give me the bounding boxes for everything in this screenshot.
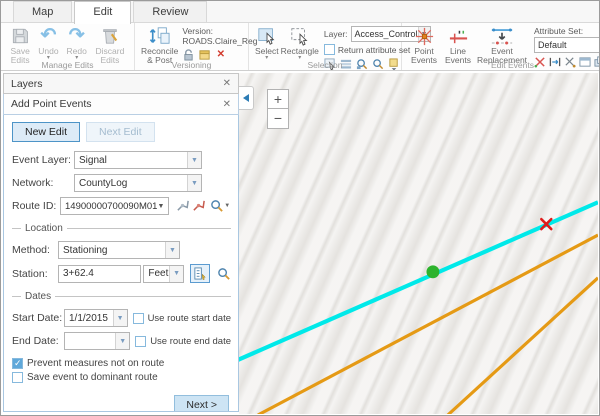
- redo-button[interactable]: ↷ Redo ▾: [64, 25, 90, 60]
- use-route-end-date-label: Use route end date: [150, 336, 231, 347]
- start-date-combo[interactable]: 1/1/2015 ▼: [64, 309, 128, 327]
- ribbon-tab-bar: Map Edit Review: [1, 1, 599, 23]
- station-picker-tool-button[interactable]: [190, 264, 209, 283]
- group-label-selection: Selection: [249, 60, 401, 70]
- new-edit-button[interactable]: New Edit: [12, 122, 80, 142]
- method-label: Method:: [12, 244, 58, 256]
- trash-icon: [101, 25, 119, 47]
- road-line: [448, 278, 598, 414]
- event-layer-dropdown[interactable]: Signal ▼: [74, 151, 202, 169]
- layers-pane-header[interactable]: Layers ✕: [3, 73, 239, 94]
- add-point-events-body: New Edit Next Edit Event Layer: Signal ▼…: [3, 115, 239, 412]
- next-edit-button[interactable]: Next Edit: [86, 122, 155, 142]
- return-attribute-set-label: Return attribute set: [338, 45, 410, 55]
- select-route-icon[interactable]: [175, 199, 190, 214]
- point-events-icon: [414, 25, 435, 47]
- version-value: ROADS.Claire_Reg: [182, 36, 257, 46]
- ribbon-group-versioning: Reconcile & Post Version: ROADS.Claire_R…: [135, 23, 249, 70]
- return-attribute-set-checkbox[interactable]: [324, 44, 335, 55]
- map-zoom-control: + −: [267, 89, 289, 129]
- line-events-icon: [448, 25, 469, 47]
- use-route-start-date-label: Use route start date: [148, 313, 231, 324]
- collapse-panel-button[interactable]: [239, 86, 254, 110]
- ribbon-group-selection: Select ▾ Rectangle ▾ Layer: Access_Contr…: [249, 23, 402, 70]
- dropdown-arrow-icon: ▼: [187, 175, 201, 191]
- dropdown-arrow-icon: ▼: [115, 333, 129, 349]
- dropdown-arrow-icon: ▼: [169, 266, 183, 282]
- zoom-in-button[interactable]: +: [267, 89, 289, 109]
- method-dropdown[interactable]: Stationing ▼: [58, 241, 180, 259]
- location-section-divider: Location: [12, 223, 231, 234]
- location-section-label: Location: [25, 223, 63, 234]
- attribute-set-label: Attribute Set:: [534, 26, 600, 36]
- close-icon[interactable]: ✕: [223, 78, 231, 89]
- layers-pane-title: Layers: [11, 78, 43, 90]
- rectangle-button[interactable]: Rectangle ▾: [281, 25, 319, 60]
- map-view[interactable]: + −: [239, 73, 598, 414]
- units-dropdown[interactable]: Feet ▼: [143, 265, 184, 283]
- dropdown-arrow-icon: ▼: [224, 203, 230, 209]
- select-cursor-icon: [257, 25, 277, 47]
- station-input[interactable]: 3+62.4: [58, 265, 141, 283]
- zoom-out-button[interactable]: −: [267, 109, 289, 129]
- next-button[interactable]: Next >: [174, 395, 229, 412]
- dropdown-arrow-icon: ▼: [165, 242, 179, 258]
- dates-section-divider: Dates: [12, 291, 231, 302]
- application-window: Map Edit Review Save Edits ↶ Undo ▾ ↷ Re…: [0, 0, 600, 416]
- save-icon: [10, 25, 30, 47]
- route-id-combo[interactable]: 14900000700090M01 ▼: [60, 197, 169, 215]
- end-date-label: End Date:: [12, 335, 64, 347]
- layer-label: Layer:: [324, 29, 348, 39]
- end-date-combo[interactable]: ▼: [64, 332, 130, 350]
- prevent-measures-checkbox[interactable]: [12, 358, 23, 369]
- dates-section-label: Dates: [25, 291, 51, 302]
- add-point-events-header[interactable]: Add Point Events ✕: [3, 94, 239, 115]
- select-route-on-map-icon[interactable]: [192, 199, 207, 214]
- route-id-label: Route ID:: [12, 200, 60, 212]
- tab-map[interactable]: Map: [13, 1, 72, 22]
- undo-button[interactable]: ↶ Undo ▾: [35, 25, 61, 60]
- dropdown-arrow-icon: ▼: [157, 203, 168, 210]
- select-button[interactable]: Select ▾: [255, 25, 279, 60]
- zoom-to-station-icon[interactable]: [217, 266, 231, 281]
- save-dominant-route-checkbox[interactable]: [12, 372, 23, 383]
- redo-icon: ↷: [69, 25, 85, 47]
- zoom-to-route-icon[interactable]: ▼: [210, 199, 231, 214]
- version-label: Version:: [182, 26, 257, 36]
- add-point-events-title: Add Point Events: [11, 98, 92, 110]
- group-label-edit-events: Edit Events: [402, 60, 600, 70]
- prevent-measures-label: Prevent measures not on route: [27, 358, 164, 369]
- left-panel-stack: Layers ✕ Add Point Events ✕ New Edit Nex…: [3, 73, 239, 412]
- tab-edit[interactable]: Edit: [74, 1, 131, 24]
- rectangle-select-icon: [290, 25, 310, 47]
- network-label: Network:: [12, 177, 74, 189]
- event-layer-label: Event Layer:: [12, 154, 74, 166]
- attribute-set-dropdown[interactable]: Default ▼: [534, 37, 600, 53]
- ribbon-group-manage-edits: Save Edits ↶ Undo ▾ ↷ Redo ▾ Discard Edi…: [1, 23, 135, 70]
- group-label-manage-edits: Manage Edits: [1, 60, 134, 70]
- network-dropdown[interactable]: CountyLog ▼: [74, 174, 202, 192]
- point-event-marker[interactable]: [426, 265, 439, 278]
- ribbon: Save Edits ↶ Undo ▾ ↷ Redo ▾ Discard Edi…: [1, 23, 599, 71]
- reconcile-icon: [149, 25, 171, 47]
- dropdown-arrow-icon: ▼: [187, 152, 201, 168]
- tab-review[interactable]: Review: [133, 1, 207, 22]
- station-label: Station:: [12, 268, 58, 280]
- dropdown-arrow-icon: ▼: [113, 310, 127, 326]
- undo-icon: ↶: [40, 25, 56, 47]
- group-label-versioning: Versioning: [135, 60, 248, 70]
- use-route-end-date-checkbox[interactable]: [135, 336, 146, 347]
- save-dominant-route-label: Save event to dominant route: [27, 372, 158, 383]
- chevron-left-icon: [243, 94, 249, 102]
- start-date-label: Start Date:: [12, 312, 64, 324]
- close-icon[interactable]: ✕: [223, 99, 231, 110]
- use-route-start-date-checkbox[interactable]: [133, 313, 144, 324]
- map-graphics: [239, 73, 598, 414]
- ribbon-group-edit-events: Point Events Line Events Event Replaceme…: [402, 23, 600, 70]
- event-replacement-icon: [490, 25, 514, 47]
